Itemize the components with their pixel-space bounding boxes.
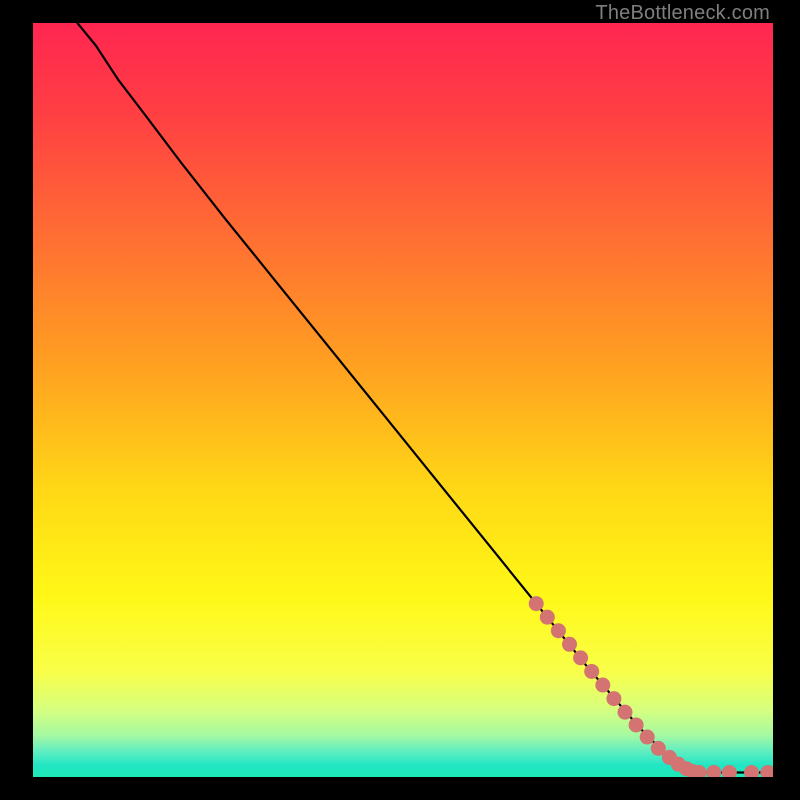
scatter-point [640,730,655,745]
scatter-point [529,596,544,611]
scatter-point [595,678,610,693]
scatter-point [606,691,621,706]
scatter-point [562,637,577,652]
gradient-background [33,23,773,777]
scatter-point [584,664,599,679]
watermark-text: TheBottleneck.com [595,2,770,25]
scatter-point [551,623,566,638]
scatter-point [618,705,633,720]
plot-area [33,23,773,777]
scatter-point [573,650,588,665]
scatter-point [629,717,644,732]
chart-svg [33,23,773,777]
chart-frame: TheBottleneck.com [0,0,800,800]
scatter-point [540,610,555,625]
